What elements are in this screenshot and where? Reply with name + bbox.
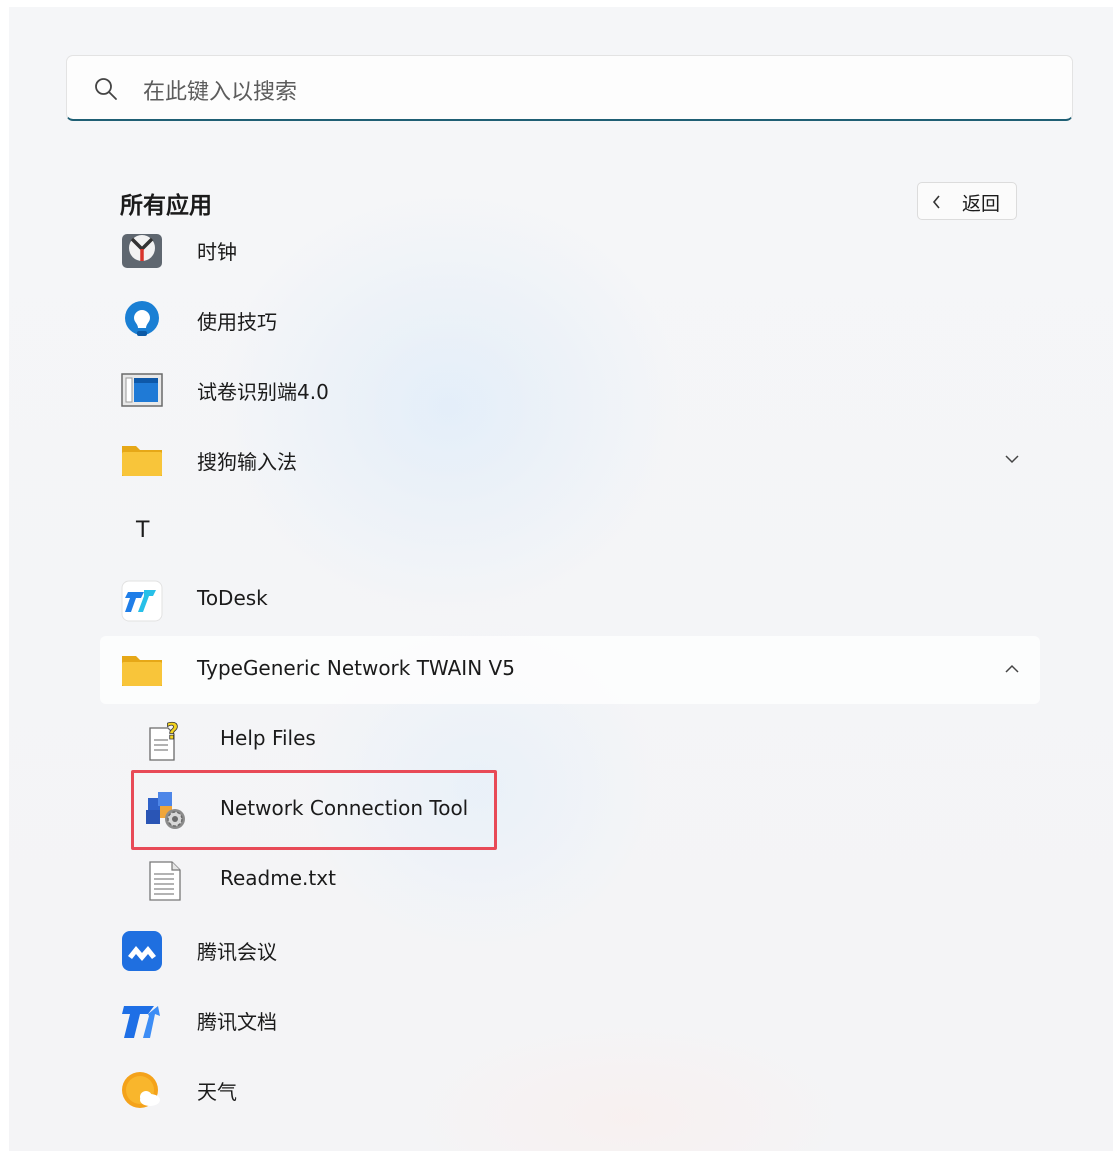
- letter-header-t[interactable]: T: [136, 518, 149, 543]
- chevron-left-icon: [932, 195, 940, 209]
- app-item-exam-reader[interactable]: 试卷识别端4.0: [100, 356, 1040, 424]
- app-label: Help Files: [220, 726, 316, 750]
- app-label: 搜狗输入法: [197, 450, 297, 474]
- chevron-up-icon[interactable]: [1004, 663, 1020, 675]
- app-label: 腾讯文档: [197, 1010, 277, 1034]
- folder-icon: [122, 656, 162, 686]
- search-box[interactable]: 在此键入以搜索: [66, 55, 1073, 121]
- highlight-annotation-box: [131, 770, 497, 850]
- weather-icon: [122, 1072, 160, 1108]
- chevron-down-icon[interactable]: [1004, 453, 1020, 465]
- app-label: 天气: [197, 1080, 237, 1104]
- help-file-icon: ?: [149, 720, 179, 761]
- tencent-meeting-icon: [122, 931, 162, 971]
- search-placeholder: 在此键入以搜索: [143, 80, 298, 105]
- todesk-icon: [121, 580, 163, 622]
- app-folder-sogou[interactable]: 搜狗输入法: [100, 426, 1040, 494]
- app-label: TypeGeneric Network TWAIN V5: [197, 656, 515, 680]
- app-item-clock[interactable]: 时钟: [100, 216, 1040, 284]
- back-button-label: 返回: [962, 193, 1001, 215]
- app-label: 时钟: [197, 240, 237, 264]
- app-label: Readme.txt: [220, 866, 336, 890]
- app-item-help-files[interactable]: ? Help Files: [100, 706, 1040, 774]
- app-window-icon: [121, 373, 163, 407]
- app-label: 腾讯会议: [197, 940, 277, 964]
- all-apps-title: 所有应用: [120, 193, 212, 219]
- app-folder-typegeneric[interactable]: TypeGeneric Network TWAIN V5: [100, 636, 1040, 704]
- search-icon: [95, 78, 117, 100]
- app-label: ToDesk: [197, 586, 268, 610]
- app-label: 使用技巧: [197, 310, 277, 334]
- app-item-readme[interactable]: Readme.txt: [100, 846, 1040, 914]
- app-label: 试卷识别端4.0: [197, 380, 329, 404]
- app-item-tips[interactable]: 使用技巧: [100, 286, 1040, 354]
- text-file-icon: [149, 861, 181, 901]
- app-item-todesk[interactable]: ToDesk: [100, 566, 1040, 634]
- back-button[interactable]: 返回: [917, 182, 1017, 220]
- app-item-tencent-meeting[interactable]: 腾讯会议: [100, 916, 1040, 984]
- clock-icon: [122, 234, 162, 268]
- app-item-tencent-docs[interactable]: 腾讯文档: [100, 986, 1040, 1054]
- tips-icon: [125, 301, 159, 336]
- app-item-weather[interactable]: 天气: [100, 1056, 1040, 1124]
- svg-text:?: ?: [166, 720, 179, 745]
- folder-icon: [122, 446, 162, 476]
- tencent-docs-icon: [122, 1006, 160, 1038]
